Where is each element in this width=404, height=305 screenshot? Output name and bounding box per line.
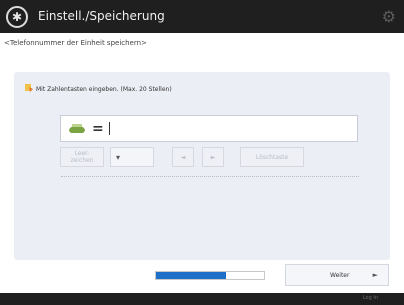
title-bar: ✱ Einstell./Speicherung ⚙ [0,0,404,33]
backspace-button[interactable]: Löschtaste [240,147,304,167]
cursor-right-button[interactable]: ► [202,147,224,167]
page-title: Einstell./Speicherung [38,9,165,23]
progress-bar [155,271,265,280]
space-button[interactable]: Leer- zeichen [60,147,104,167]
progress-fill [156,272,227,279]
phone-number-input[interactable]: = [60,115,358,142]
text-caret [108,122,110,135]
character-type-dropdown[interactable]: ▾ [110,147,154,167]
status-bar: Log In [0,293,404,305]
play-arrow-icon: ► [372,271,378,279]
divider [61,176,359,177]
hint-icon [25,84,33,92]
login-label[interactable]: Log In [363,295,378,301]
backspace-label: Löschtaste [255,153,289,161]
arrow-left-icon: ◄ [180,153,186,161]
next-button-label: Weiter [330,272,350,279]
arrow-right-icon: ► [210,153,216,161]
cursor-left-button[interactable]: ◄ [172,147,194,167]
equals-symbol: = [92,120,104,137]
settings-menu-icon[interactable]: ✱ [6,6,28,28]
phone-icon [69,123,85,133]
chevron-down-icon: ▾ [116,152,121,162]
next-button[interactable]: Weiter ► [285,264,389,286]
space-button-label: Leer- zeichen [70,150,94,164]
screen-subtitle: <Telefonnummer der Einheit speichern> [4,39,147,47]
gear-icon[interactable]: ⚙ [382,7,396,26]
instruction-text: Mit Zahlentasten eingeben. (Max. 20 Stel… [36,86,172,93]
